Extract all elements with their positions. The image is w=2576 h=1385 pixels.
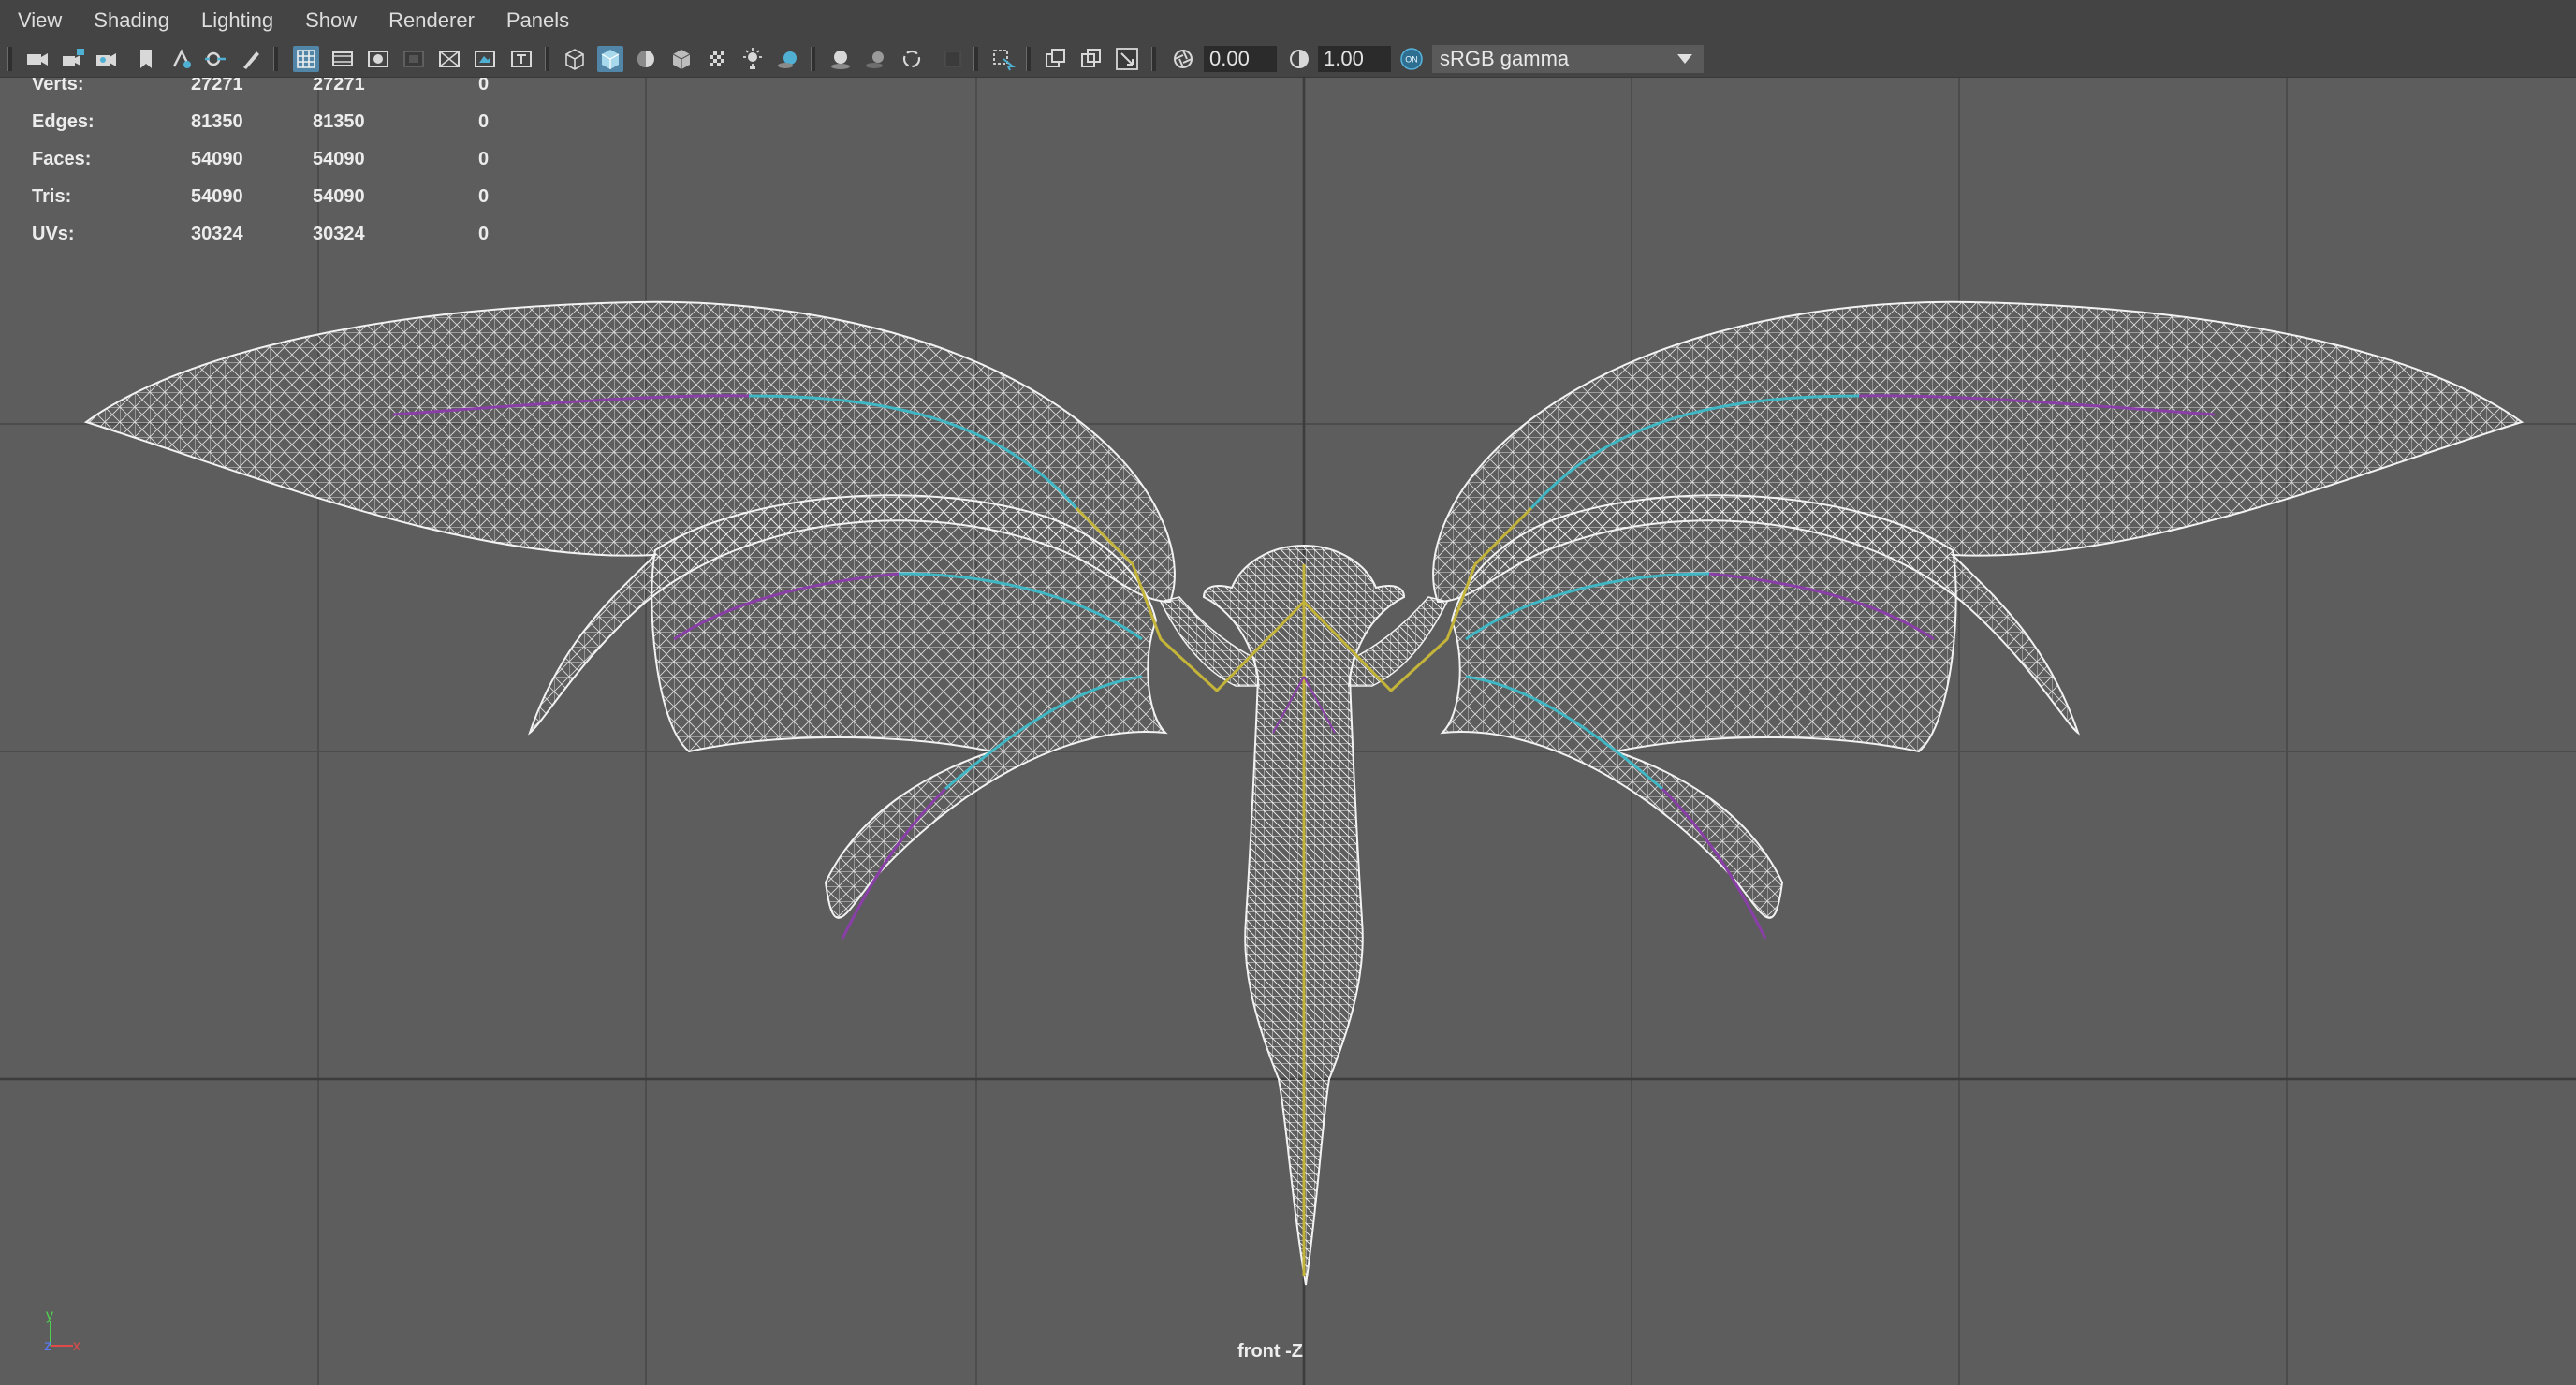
hud-value: 0 bbox=[478, 224, 490, 244]
hud-value: 54090 bbox=[313, 149, 365, 169]
hud-label: Tris: bbox=[32, 186, 72, 207]
hud-value: 30324 bbox=[313, 224, 365, 244]
gamma-icon[interactable] bbox=[1286, 46, 1312, 72]
hud-value: 0 bbox=[478, 186, 490, 207]
xray-active-components-icon[interactable] bbox=[1043, 46, 1069, 72]
field-chart-icon[interactable] bbox=[436, 46, 462, 72]
exposure-icon[interactable] bbox=[1170, 46, 1196, 72]
menu-show[interactable]: Show bbox=[289, 0, 373, 41]
hud-label: Verts: bbox=[32, 78, 84, 95]
toolbar-separator bbox=[1151, 47, 1156, 71]
axis-triad-icon: y z x bbox=[44, 1307, 80, 1354]
hud-value: 0 bbox=[478, 149, 490, 169]
grease-pencil-icon[interactable] bbox=[238, 46, 264, 72]
gate-mask-icon[interactable] bbox=[401, 46, 427, 72]
hud-value: 81350 bbox=[313, 111, 365, 132]
hud-value: 0 bbox=[478, 111, 490, 132]
menu-renderer[interactable]: Renderer bbox=[373, 0, 490, 41]
panel-toolbar: 0.00 1.00 ON sRGB gamma bbox=[0, 41, 2576, 78]
resolution-gate-icon[interactable] bbox=[365, 46, 391, 72]
hud-label: UVs: bbox=[32, 224, 75, 244]
panel-menu-bar: View Shading Lighting Show Renderer Pane… bbox=[0, 0, 2576, 41]
bookmark-icon[interactable] bbox=[133, 46, 159, 72]
hud-value: 54090 bbox=[191, 149, 243, 169]
safe-action-icon[interactable] bbox=[472, 46, 498, 72]
smooth-shade-icon[interactable] bbox=[597, 46, 623, 72]
camera-name-label: front -Z bbox=[1237, 1341, 1303, 1362]
hud-label: Faces: bbox=[32, 149, 92, 169]
use-lights-icon[interactable] bbox=[704, 46, 730, 72]
hud-value: 30324 bbox=[191, 224, 243, 244]
film-gate-icon[interactable] bbox=[329, 46, 356, 72]
textured-icon[interactable] bbox=[668, 46, 695, 72]
hud-value: 54090 bbox=[313, 186, 365, 207]
chevron-down-icon[interactable] bbox=[1666, 45, 1704, 73]
left-wing-lower bbox=[651, 494, 1168, 919]
backface-culling-icon[interactable] bbox=[1114, 46, 1140, 72]
axis-y-label: y bbox=[46, 1307, 53, 1323]
hud-value: 81350 bbox=[191, 111, 243, 132]
toolbar-separator bbox=[545, 47, 549, 71]
wireframe-icon[interactable] bbox=[562, 46, 588, 72]
viewport-scene bbox=[0, 78, 2576, 1385]
screen-space-ao-icon[interactable] bbox=[775, 46, 801, 72]
axis-x-label: x bbox=[73, 1338, 80, 1354]
right-wing-lower bbox=[1440, 494, 1957, 919]
camera-lock-icon[interactable] bbox=[60, 46, 86, 72]
hud-value: 27271 bbox=[191, 78, 243, 95]
hud-value: 27271 bbox=[313, 78, 365, 95]
toolbar-separator bbox=[811, 47, 815, 71]
shadows-icon[interactable] bbox=[739, 46, 766, 72]
exposure-field[interactable]: 0.00 bbox=[1204, 46, 1277, 72]
menu-lighting[interactable]: Lighting bbox=[185, 0, 289, 41]
axis-z-label: z bbox=[44, 1338, 51, 1354]
color-space-dropdown[interactable]: sRGB gamma bbox=[1432, 45, 1704, 73]
anti-aliasing-icon[interactable] bbox=[863, 46, 889, 72]
hud-label: Edges: bbox=[32, 111, 95, 132]
safe-title-icon[interactable] bbox=[508, 46, 534, 72]
grid-icon[interactable] bbox=[293, 46, 319, 72]
viewport-3d[interactable]: Verts: 27271 27271 0 Edges: 81350 81350 … bbox=[0, 78, 2576, 1385]
isolate-select-icon[interactable] bbox=[990, 46, 1017, 72]
menu-view[interactable]: View bbox=[0, 0, 78, 41]
select-camera-icon[interactable] bbox=[202, 46, 228, 72]
toolbar-separator bbox=[1026, 47, 1031, 71]
camera-icon[interactable] bbox=[24, 46, 51, 72]
xray-icon[interactable] bbox=[940, 46, 966, 72]
color-management-icon[interactable]: ON bbox=[1398, 46, 1425, 72]
hud-value: 54090 bbox=[191, 186, 243, 207]
gamma-field[interactable]: 1.00 bbox=[1318, 46, 1391, 72]
default-material-icon[interactable] bbox=[633, 46, 659, 72]
image-plane-icon[interactable] bbox=[168, 46, 195, 72]
xray-joints-icon[interactable] bbox=[1078, 46, 1105, 72]
color-management-label: ON bbox=[1405, 55, 1418, 65]
toolbar-separator bbox=[273, 47, 278, 71]
toolbar-separator bbox=[973, 47, 978, 71]
hud-value: 0 bbox=[478, 78, 490, 95]
motion-blur-icon[interactable] bbox=[827, 46, 854, 72]
camera-attributes-icon[interactable] bbox=[94, 46, 120, 72]
depth-of-field-icon[interactable] bbox=[899, 46, 925, 72]
menu-panels[interactable]: Panels bbox=[490, 0, 585, 41]
toolbar-separator bbox=[7, 47, 12, 71]
menu-shading[interactable]: Shading bbox=[78, 0, 185, 41]
